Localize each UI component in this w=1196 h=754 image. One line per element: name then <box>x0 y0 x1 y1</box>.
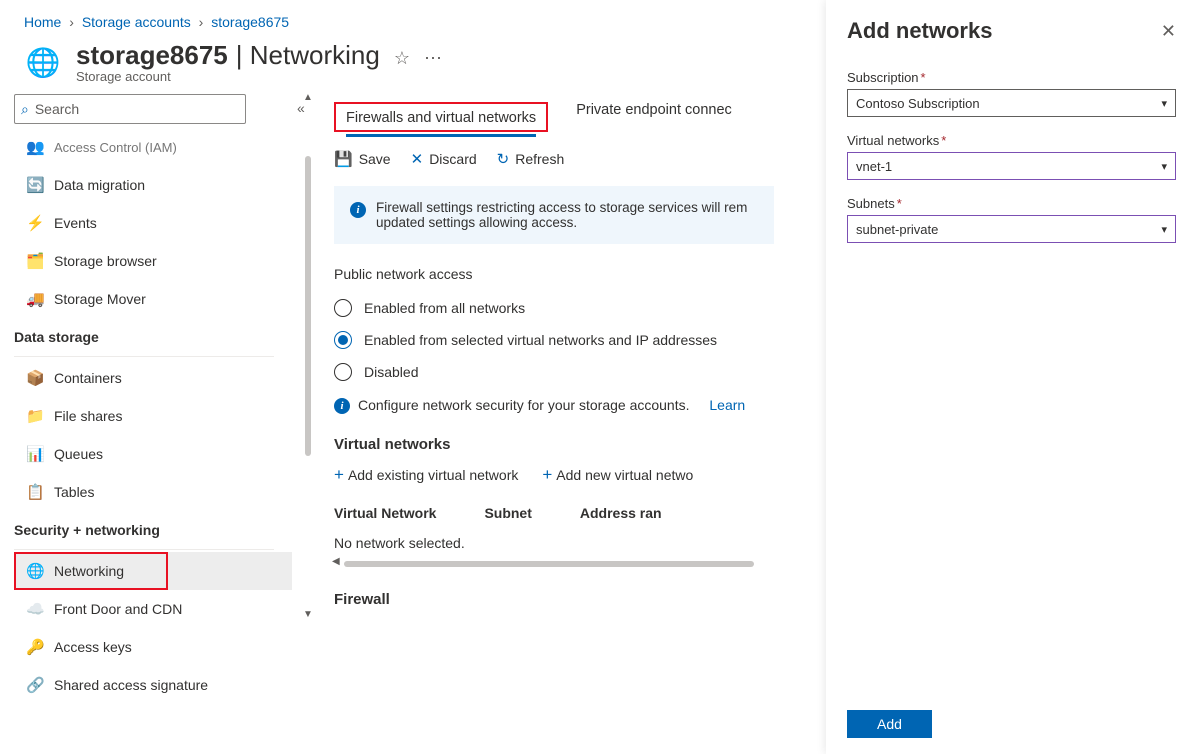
storage-account-icon: 🌐 <box>24 43 62 81</box>
sidebar-item-label: Shared access signature <box>54 677 208 693</box>
tab-private-endpoint[interactable]: Private endpoint connec <box>576 102 732 132</box>
refresh-icon: ↻ <box>497 150 510 168</box>
scroll-left-icon[interactable]: ◀ <box>332 556 340 567</box>
sidebar-item-storage-mover[interactable]: 🚚 Storage Mover <box>14 280 292 318</box>
events-icon: ⚡ <box>26 214 44 232</box>
sidebar-item-label: Storage Mover <box>54 291 146 307</box>
sidebar-item-label: Events <box>54 215 97 231</box>
resource-type: Storage account <box>76 69 442 84</box>
search-icon: ⌕ <box>21 101 29 118</box>
tables-icon: 📋 <box>26 483 44 501</box>
sidebar-search[interactable]: ⌕ Search <box>14 94 246 124</box>
info-icon: i <box>334 398 350 414</box>
info-text: Firewall settings restricting access to … <box>376 200 747 230</box>
sidebar-item-label: Data migration <box>54 177 145 193</box>
learn-more-link[interactable]: Learn <box>709 397 745 413</box>
browser-icon: 🗂️ <box>26 252 44 270</box>
sas-icon: 🔗 <box>26 676 44 694</box>
sidebar-item-label: Access keys <box>54 639 132 655</box>
add-button[interactable]: Add <box>847 710 932 738</box>
sidebar-item-sas[interactable]: 🔗 Shared access signature <box>14 666 292 704</box>
radio-icon <box>334 363 352 381</box>
sidebar-item-access-keys[interactable]: 🔑 Access keys <box>14 628 292 666</box>
close-panel-button[interactable]: ✕ <box>1161 21 1176 42</box>
favorite-star-icon[interactable]: ☆ <box>394 48 410 69</box>
migration-icon: 🔄 <box>26 176 44 194</box>
mover-icon: 🚚 <box>26 290 44 308</box>
highlight-box: Firewalls and virtual networks <box>334 102 548 132</box>
breadcrumb-storage-accounts[interactable]: Storage accounts <box>82 14 191 30</box>
discard-button[interactable]: ✕Discard <box>411 150 477 168</box>
divider <box>14 356 274 357</box>
sidebar: ⌕ Search « 👥 Access Control (IAM) 🔄 Data… <box>0 84 292 740</box>
radio-icon <box>334 299 352 317</box>
divider <box>14 549 274 550</box>
info-banner: i Firewall settings restricting access t… <box>334 186 774 244</box>
horizontal-scrollbar[interactable]: ◀ <box>334 557 764 571</box>
radio-label: Enabled from selected virtual networks a… <box>364 332 717 348</box>
chevron-down-icon: ▾ <box>1161 97 1167 110</box>
sidebar-group-data-storage: Data storage <box>14 318 292 356</box>
page-title: | Networking <box>236 40 380 71</box>
front-door-icon: ☁️ <box>26 600 44 618</box>
radio-label: Disabled <box>364 364 418 380</box>
chevron-right-icon: › <box>199 14 204 30</box>
col-subnet: Subnet <box>484 505 531 521</box>
virtual-networks-dropdown[interactable]: vnet-1▾ <box>847 152 1176 180</box>
chevron-down-icon: ▾ <box>1161 223 1167 236</box>
highlight-box <box>14 552 168 590</box>
sidebar-item-containers[interactable]: 📦 Containers <box>14 359 292 397</box>
panel-title: Add networks <box>847 18 992 44</box>
queues-icon: 📊 <box>26 445 44 463</box>
search-placeholder: Search <box>35 101 79 117</box>
plus-icon: + <box>542 465 552 484</box>
sidebar-item-data-migration[interactable]: 🔄 Data migration <box>14 166 292 204</box>
info-icon: i <box>350 202 366 218</box>
subscription-dropdown[interactable]: Contoso Subscription▾ <box>847 89 1176 117</box>
virtual-networks-label: Virtual networks* <box>847 133 1176 148</box>
subnets-dropdown[interactable]: subnet-private▾ <box>847 215 1176 243</box>
sidebar-item-file-shares[interactable]: 📁 File shares <box>14 397 292 435</box>
sidebar-item-queues[interactable]: 📊 Queues <box>14 435 292 473</box>
sidebar-item-label: Containers <box>54 370 122 386</box>
sidebar-item-tables[interactable]: 📋 Tables <box>14 473 292 511</box>
refresh-button[interactable]: ↻Refresh <box>497 150 565 168</box>
breadcrumb-resource[interactable]: storage8675 <box>211 14 289 30</box>
sidebar-item-storage-browser[interactable]: 🗂️ Storage browser <box>14 242 292 280</box>
subscription-label: Subscription* <box>847 70 1176 85</box>
sidebar-item-label: Tables <box>54 484 94 500</box>
tab-firewalls-vnets[interactable]: Firewalls and virtual networks <box>346 110 536 137</box>
radio-label: Enabled from all networks <box>364 300 525 316</box>
files-icon: 📁 <box>26 407 44 425</box>
chevron-down-icon: ▾ <box>1161 160 1167 173</box>
add-networks-panel: Add networks ✕ Subscription* Contoso Sub… <box>826 0 1196 754</box>
discard-icon: ✕ <box>411 150 424 168</box>
people-icon: 👥 <box>26 138 44 156</box>
save-icon: 💾 <box>334 150 353 168</box>
add-existing-vnet-button[interactable]: +Add existing virtual network <box>334 465 518 485</box>
key-icon: 🔑 <box>26 638 44 656</box>
sidebar-item-label: Queues <box>54 446 103 462</box>
radio-icon <box>334 331 352 349</box>
sidebar-group-security-networking: Security + networking <box>14 511 292 549</box>
resource-name: storage8675 <box>76 40 228 71</box>
sidebar-item-iam-truncated[interactable]: 👥 Access Control (IAM) <box>14 128 292 166</box>
sidebar-item-events[interactable]: ⚡ Events <box>14 204 292 242</box>
sidebar-item-front-door[interactable]: ☁️ Front Door and CDN <box>14 590 292 628</box>
col-vnet: Virtual Network <box>334 505 436 521</box>
save-button[interactable]: 💾Save <box>334 150 391 168</box>
sidebar-item-label: Front Door and CDN <box>54 601 182 617</box>
breadcrumb-home[interactable]: Home <box>24 14 61 30</box>
more-actions-icon[interactable]: ⋯ <box>424 48 442 69</box>
col-address-range: Address ran <box>580 505 662 521</box>
sidebar-item-label: Storage browser <box>54 253 157 269</box>
sidebar-item-label: File shares <box>54 408 122 424</box>
add-new-vnet-button[interactable]: +Add new virtual netwo <box>542 465 693 485</box>
containers-icon: 📦 <box>26 369 44 387</box>
subnets-label: Subnets* <box>847 196 1176 211</box>
chevron-right-icon: › <box>69 14 74 30</box>
plus-icon: + <box>334 465 344 484</box>
